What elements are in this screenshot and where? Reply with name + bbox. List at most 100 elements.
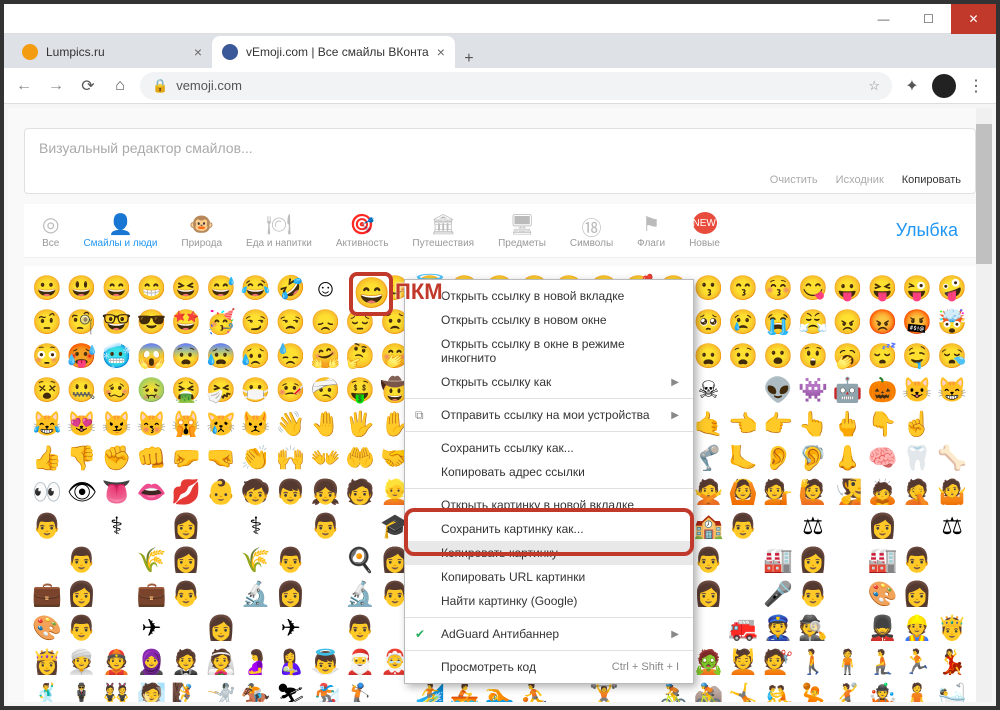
emoji-cell[interactable]: 🤛 <box>171 444 201 474</box>
emoji-cell[interactable]: 🏄 <box>415 682 445 702</box>
emoji-cell[interactable]: 🍳 <box>345 546 375 576</box>
category-новые[interactable]: NEWНовые <box>689 212 720 249</box>
emoji-cell[interactable]: ‍ <box>102 546 132 576</box>
emoji-cell[interactable]: 🧐 <box>67 308 97 338</box>
emoji-cell[interactable]: 🤐 <box>67 376 97 406</box>
emoji-cell[interactable]: 👉 <box>763 410 793 440</box>
emoji-cell[interactable]: 😴 <box>868 342 898 372</box>
emoji-cell[interactable]: 🧘 <box>902 682 932 702</box>
new-tab-button[interactable]: + <box>455 50 483 68</box>
emoji-cell[interactable]: 😷 <box>241 376 271 406</box>
emoji-cell[interactable]: 💋 <box>171 478 201 508</box>
emoji-cell[interactable]: ️ <box>171 614 201 644</box>
emoji-cell[interactable]: 🏃 <box>902 648 932 678</box>
emoji-cell[interactable]: 👨 <box>171 580 201 610</box>
context-menu-item[interactable]: Копировать картинку <box>405 541 693 565</box>
category-природа[interactable]: 🐵Природа <box>181 212 222 249</box>
emoji-cell[interactable]: 👩 <box>67 580 97 610</box>
emoji-cell[interactable]: 🤰 <box>241 648 271 678</box>
emoji-cell[interactable]: 🧒 <box>241 478 271 508</box>
emoji-cell[interactable]: 🥱 <box>833 342 863 372</box>
emoji-cell[interactable]: 👨 <box>311 512 341 542</box>
emoji-cell[interactable]: 🎨 <box>32 614 62 644</box>
category-смайлы-и-люди[interactable]: 👤Смайлы и люди <box>83 212 157 249</box>
emoji-cell[interactable]: 😝 <box>868 274 898 304</box>
emoji-cell[interactable]: 👃 <box>833 444 863 474</box>
emoji-cell[interactable]: 😁 <box>136 274 166 304</box>
category-активность[interactable]: 🎯Активность <box>336 212 389 249</box>
emoji-cell[interactable]: 🧖 <box>136 682 166 702</box>
emoji-cell[interactable]: 👩 <box>171 512 201 542</box>
emoji-cell[interactable]: 🤯 <box>937 308 967 338</box>
browser-menu-button[interactable]: ⋮ <box>964 76 988 96</box>
emoji-cell[interactable]: 😃 <box>67 274 97 304</box>
emoji-cell[interactable]: 🙅 <box>693 478 723 508</box>
context-menu-item[interactable]: Сохранить ссылку как... <box>405 436 693 460</box>
emoji-cell[interactable]: ✊ <box>102 444 132 474</box>
emoji-cell[interactable]: ️ <box>833 512 863 542</box>
emoji-cell[interactable]: 🧑 <box>345 478 375 508</box>
emoji-cell[interactable]: 🖕 <box>833 410 863 440</box>
emoji-cell[interactable]: ️ <box>276 512 306 542</box>
context-menu-item[interactable]: Открыть ссылку в окне в режиме инкогнито <box>405 332 693 370</box>
emoji-cell[interactable]: 🥶 <box>102 342 132 372</box>
emoji-cell[interactable]: ‍ <box>833 580 863 610</box>
target-emoji-highlight[interactable]: 😄 <box>349 272 393 316</box>
emoji-cell[interactable]: ‍ <box>345 512 375 542</box>
emoji-cell[interactable]: 😋 <box>798 274 828 304</box>
emoji-cell[interactable]: 🧕 <box>136 648 166 678</box>
emoji-cell[interactable]: 👾 <box>798 376 828 406</box>
emoji-cell[interactable]: 🕴 <box>67 682 97 702</box>
emoji-cell[interactable]: 🦷 <box>902 444 932 474</box>
emoji-cell[interactable]: 👏 <box>241 444 271 474</box>
emoji-cell[interactable]: 😨 <box>171 342 201 372</box>
emoji-cell[interactable]: ‍ <box>763 512 793 542</box>
emoji-cell[interactable]: 😧 <box>728 342 758 372</box>
emoji-cell[interactable]: 😅 <box>206 274 236 304</box>
emoji-cell[interactable]: 👋 <box>276 410 306 440</box>
emoji-cell[interactable]: ‍ <box>902 512 932 542</box>
emoji-cell[interactable]: 👯 <box>102 682 132 702</box>
emoji-cell[interactable]: 🧍 <box>833 648 863 678</box>
emoji-cell[interactable]: 👩 <box>798 546 828 576</box>
context-menu-item[interactable]: Копировать адрес ссылки <box>405 460 693 484</box>
emoji-cell[interactable]: 😥 <box>241 342 271 372</box>
emoji-cell[interactable]: 😆 <box>171 274 201 304</box>
window-maximize-button[interactable]: ☐ <box>906 4 951 34</box>
emoji-cell[interactable]: 🙌 <box>276 444 306 474</box>
emoji-cell[interactable]: 😤 <box>798 308 828 338</box>
context-menu-item[interactable]: Просмотреть кодCtrl + Shift + I <box>405 655 693 679</box>
emoji-cell[interactable]: 👨 <box>728 512 758 542</box>
emoji-cell[interactable]: 🔬 <box>241 580 271 610</box>
emoji-cell[interactable]: 👨 <box>693 546 723 576</box>
emoji-cell[interactable]: 🦴 <box>937 444 967 474</box>
window-minimize-button[interactable]: — <box>861 4 906 34</box>
emoji-cell[interactable]: 👧 <box>311 478 341 508</box>
emoji-cell[interactable]: 🤸 <box>728 682 758 702</box>
emoji-cell[interactable]: 🤖 <box>833 376 863 406</box>
emoji-cell[interactable]: 🤧 <box>206 376 236 406</box>
emoji-cell[interactable]: 💼 <box>136 580 166 610</box>
context-menu-item[interactable]: Сохранить картинку как... <box>405 517 693 541</box>
emoji-cell[interactable]: 🤓 <box>102 308 132 338</box>
emoji-cell[interactable]: 💁 <box>763 478 793 508</box>
emoji-cell[interactable]: 🚶 <box>798 648 828 678</box>
back-button[interactable]: ← <box>12 77 36 95</box>
emoji-cell[interactable]: 💇 <box>763 648 793 678</box>
emoji-cell[interactable]: 👇 <box>868 410 898 440</box>
category-путешествия[interactable]: 🏛Путешествия <box>412 212 474 249</box>
emoji-cell[interactable]: 🤬 <box>902 308 932 338</box>
emoji-cell[interactable]: 🙆 <box>728 478 758 508</box>
emoji-cell[interactable]: 💂 <box>868 614 898 644</box>
emoji-cell[interactable]: 😒 <box>276 308 306 338</box>
category-символы[interactable]: ⑱Символы <box>570 212 613 249</box>
tab-vemoji[interactable]: vEmoji.com | Все смайлы ВКонта × <box>212 36 455 68</box>
emoji-cell[interactable]: ⚕ <box>241 512 271 542</box>
emoji-cell[interactable]: 🏭 <box>868 546 898 576</box>
emoji-cell[interactable]: 👨 <box>798 580 828 610</box>
emoji-cell[interactable]: 👩 <box>206 614 236 644</box>
emoji-cell[interactable]: 😭 <box>763 308 793 338</box>
emoji-cell[interactable]: 👨 <box>67 546 97 576</box>
emoji-cell[interactable]: 🎤 <box>763 580 793 610</box>
context-menu-item[interactable]: Копировать URL картинки <box>405 565 693 589</box>
